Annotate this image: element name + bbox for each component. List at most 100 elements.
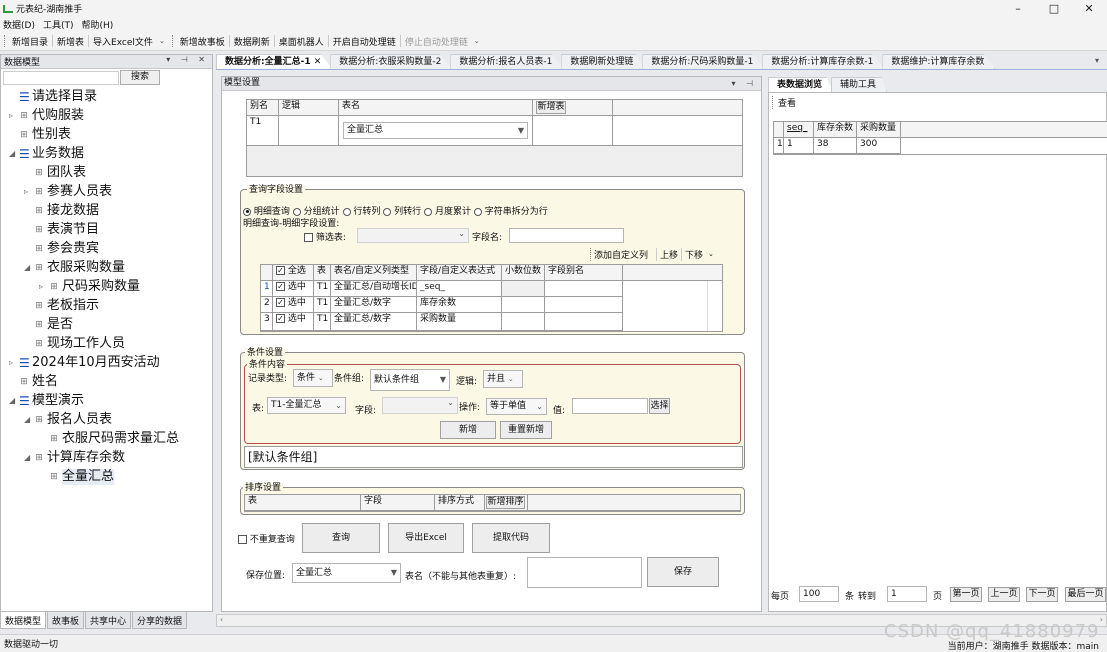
col-header[interactable]: 采购数量 — [857, 122, 901, 138]
next-page-button[interactable]: 下一页 — [1026, 587, 1058, 602]
chevron-down-icon[interactable]: ⌄ — [708, 250, 714, 258]
menu-help[interactable]: 帮助(H) — [81, 18, 113, 31]
condition-table-select[interactable]: T1-全量汇总 ⌄ — [267, 397, 346, 414]
start-auto-chain-button[interactable]: 开启自动处理链 — [330, 35, 399, 48]
select-all-header[interactable]: ✓ 全选 — [273, 265, 314, 281]
tree-item[interactable]: ▹ ⊞ 尺码采购数量 — [39, 279, 140, 295]
move-up-button[interactable]: 上移 — [656, 248, 678, 261]
scroll-right-icon[interactable]: › — [1100, 615, 1103, 624]
close-icon[interactable]: ✕ — [314, 57, 322, 67]
prev-page-button[interactable]: 上一页 — [988, 587, 1020, 602]
alias-input-cell[interactable] — [545, 281, 623, 297]
doc-tab[interactable]: 数据维护:计算库存余数 — [882, 54, 996, 69]
col-header[interactable]: 库存余数 — [814, 122, 857, 138]
radio-monthly[interactable] — [424, 207, 433, 216]
tree-item[interactable]: ⊞ 衣服尺码需求量汇总 — [39, 431, 179, 447]
tree-item[interactable]: ◢ ⊞ 报名人员表 — [24, 412, 112, 428]
condition-group-select[interactable]: 默认条件组 ▼ — [370, 369, 450, 391]
add-sort-button[interactable]: 新增排序 — [486, 496, 525, 509]
panel-pin-close-icon[interactable]: ▾ ⊣ ✕ — [166, 55, 209, 64]
row-checkbox[interactable]: ✓ — [276, 298, 285, 307]
add-custom-column-button[interactable]: 添加自定义列 — [590, 248, 648, 261]
expand-icon[interactable]: ▹ — [9, 108, 19, 124]
tree-item[interactable]: ⊞ 老板指示 — [24, 298, 99, 314]
stop-auto-chain-button[interactable]: 停止自动处理链 — [402, 35, 471, 48]
doc-tab[interactable]: 数据刷新处理链 — [561, 54, 645, 69]
tree-item[interactable]: ▹ ⊞ 参赛人员表 — [24, 184, 112, 200]
tree-item[interactable]: ◢ ⊞ 衣服采购数量 — [24, 260, 125, 276]
doc-tab[interactable]: 数据分析:计算库存余数-1 — [762, 54, 885, 69]
row-select-cell[interactable]: ✓ 选中 — [273, 297, 314, 313]
tab-aux-tools[interactable]: 辅助工具 — [831, 77, 888, 92]
doc-tab[interactable]: 数据分析:报名人员表-1 — [450, 54, 564, 69]
tree-item[interactable]: ⊞ 是否 — [24, 317, 73, 333]
collapse-icon[interactable]: ◢ — [24, 412, 34, 428]
distinct-query-checkbox[interactable] — [238, 535, 247, 544]
table-cell[interactable]: 1 — [784, 138, 814, 154]
choose-button[interactable]: 选择 — [649, 398, 670, 414]
chevron-down-icon[interactable]: ⌄ — [159, 37, 165, 45]
tree-item[interactable]: ⊞ 表演节目 — [24, 222, 99, 238]
save-button[interactable]: 保存 — [647, 557, 719, 587]
close-button[interactable]: ✕ — [1071, 0, 1107, 17]
tree-item[interactable]: ⊞ 参会贵宾 — [24, 241, 99, 257]
data-refresh-button[interactable]: 数据刷新 — [231, 35, 273, 48]
logic-select[interactable]: 并且 ⌄ — [483, 370, 523, 388]
radio-row-to-col[interactable] — [342, 207, 351, 216]
import-excel-button[interactable]: 导入Excel文件 — [90, 35, 156, 48]
tree-item[interactable]: ⊞ 姓名 — [9, 374, 58, 390]
tab-share-center[interactable]: 共享中心 — [85, 612, 132, 629]
maximize-button[interactable]: □ — [1036, 0, 1072, 17]
alias-input-cell[interactable] — [545, 313, 623, 331]
decimals-cell[interactable] — [502, 297, 545, 313]
tree-item[interactable]: ◢ ⊞ 计算库存余数 — [24, 450, 125, 466]
search-button[interactable]: 搜索 — [120, 70, 160, 85]
add-condition-button[interactable]: 新增 — [440, 421, 496, 439]
search-input[interactable] — [3, 71, 119, 85]
collapse-icon[interactable]: ◢ — [24, 450, 34, 466]
field-cell[interactable]: _seq_ — [417, 281, 502, 297]
radio-col-to-row[interactable] — [383, 207, 392, 216]
tree-item[interactable]: ◢ ☰ 业务数据 — [9, 146, 84, 162]
tree-item[interactable]: ▹ ⊞ 代购服装 — [9, 108, 84, 124]
field-cell[interactable]: 库存余数 — [417, 297, 502, 313]
tab-overflow-icon[interactable]: ▾ — [1095, 56, 1099, 65]
query-button[interactable]: 查询 — [302, 523, 380, 553]
first-page-button[interactable]: 第一页 — [950, 587, 982, 602]
doc-tab[interactable]: 数据分析:衣服采购数量-2 — [330, 54, 453, 69]
collapse-icon[interactable]: ◢ — [24, 260, 34, 276]
radio-detail[interactable] — [243, 207, 251, 216]
tab-table-browse[interactable]: 表数据浏览 — [768, 77, 834, 92]
field-name-input[interactable] — [509, 228, 624, 243]
row-select-cell[interactable]: ✓ 选中 — [273, 313, 314, 331]
extract-code-button[interactable]: 提取代码 — [472, 523, 550, 553]
filter-table-select[interactable]: ⌄ — [357, 228, 469, 243]
table-select[interactable]: 全量汇总 ▼ — [343, 122, 528, 139]
expand-icon[interactable]: ▹ — [24, 184, 34, 200]
goto-page-input[interactable]: 1 — [887, 586, 927, 602]
new-table-button[interactable]: 新增表 — [54, 35, 87, 48]
row-select-cell[interactable]: ✓ 选中 — [273, 281, 314, 297]
chevron-down-icon[interactable]: ⌄ — [474, 37, 480, 45]
operator-select[interactable]: 等于单值 ⌄ — [486, 398, 547, 415]
radio-group[interactable] — [292, 207, 301, 216]
new-story-button[interactable]: 新增故事板 — [177, 35, 228, 48]
expand-icon[interactable]: ▹ — [39, 279, 49, 295]
menu-tools[interactable]: 工具(T) — [43, 18, 74, 31]
add-table-button[interactable]: 新增表 — [536, 101, 566, 114]
doc-tab-active[interactable]: 数据分析:全量汇总-1 ✕ — [216, 54, 333, 69]
radio-split[interactable] — [473, 207, 482, 216]
tree-item[interactable]: ☰ 请选择目录 — [9, 89, 97, 105]
save-table-name-input[interactable] — [527, 557, 642, 588]
decimals-cell[interactable] — [502, 313, 545, 331]
table-cell[interactable]: 38 — [814, 138, 857, 154]
logic-cell[interactable] — [279, 116, 339, 146]
view-button[interactable]: 查看 — [772, 96, 796, 109]
export-excel-button[interactable]: 导出Excel — [388, 523, 464, 553]
select-all-checkbox[interactable]: ✓ — [276, 266, 285, 275]
row-checkbox[interactable]: ✓ — [276, 314, 285, 323]
tree-item[interactable]: ⊞ 接龙数据 — [24, 203, 99, 219]
tree-item[interactable]: ⊞ 性别表 — [9, 127, 71, 143]
tree-item[interactable]: ⊞ 现场工作人员 — [24, 336, 125, 352]
new-catalog-button[interactable]: 新增目录 — [9, 35, 51, 48]
